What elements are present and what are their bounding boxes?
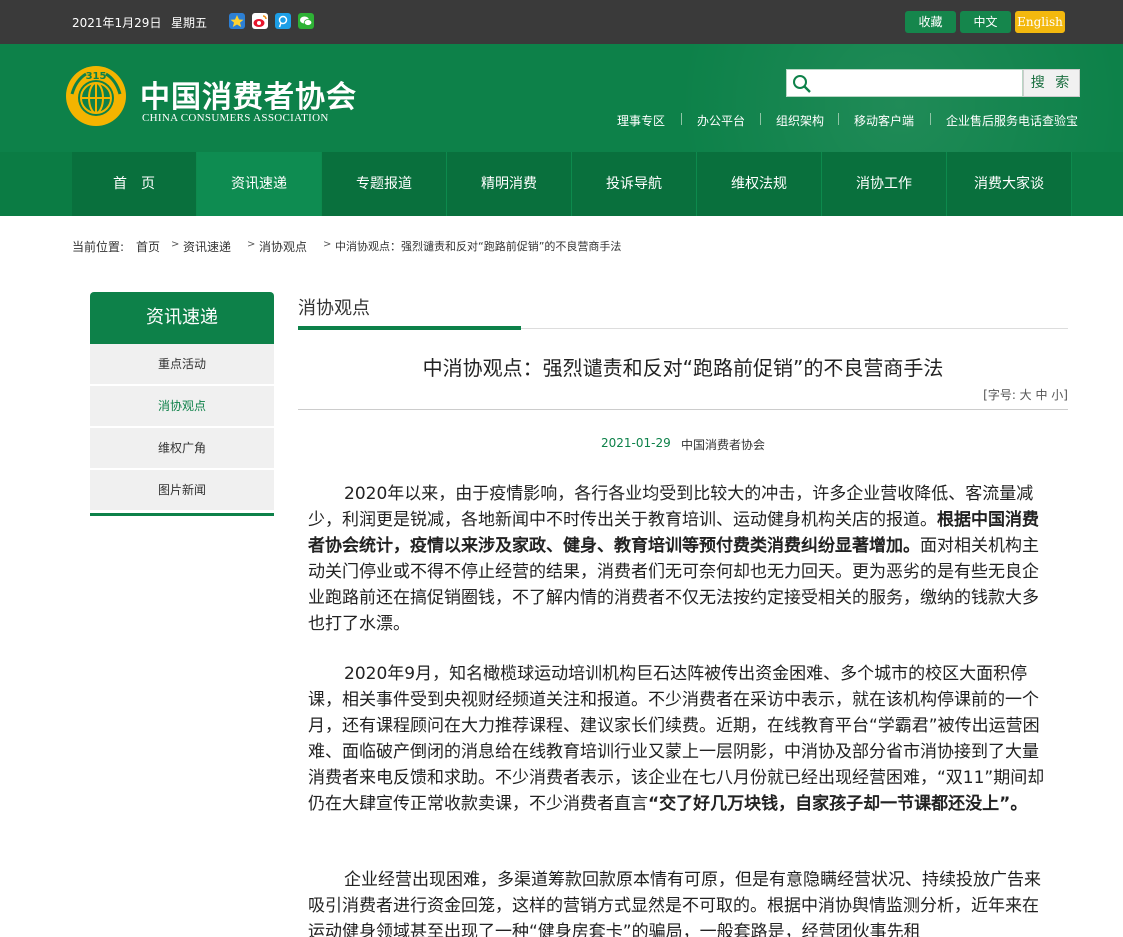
chevron-right-icon: > (247, 239, 256, 250)
site-logo-title[interactable]: 中国消费者协会 (140, 72, 357, 116)
search-icon (792, 74, 812, 98)
quick-link-mobile[interactable]: 移动客户端 (854, 112, 914, 128)
divider (298, 409, 1068, 410)
sidebar-item-rights-angle[interactable]: 维权广角 (90, 428, 274, 468)
article-paragraph: 企业经营出现困难，多渠道筹款回款原本情有可原，但是有意隐瞒经营状况、持续投放广告… (308, 867, 1053, 937)
sidebar-bottom-border (90, 513, 274, 516)
sidebar-item-photo-news[interactable]: 图片新闻 (90, 470, 274, 510)
breadcrumb-prefix: 当前位置: (72, 240, 125, 254)
chinese-button[interactable]: 中文 (960, 11, 1011, 33)
site-logo-subtitle: CHINA CONSUMERS ASSOCIATION (142, 112, 329, 124)
nav-rights-laws[interactable]: 维权法规 (697, 152, 822, 216)
chevron-right-icon: > (171, 239, 180, 250)
top-bar: 2021年1月29日 星期五 收藏 中文 English (0, 0, 1123, 44)
qzone-icon[interactable] (229, 13, 245, 29)
divider (838, 113, 839, 125)
article-title: 中消协观点：强烈谴责和反对“跑路前促销”的不良营商手法 (422, 356, 944, 380)
quick-link-hotline-check[interactable]: 企业售后服务电话查验宝 (946, 112, 1078, 128)
sidebar-item-key-events[interactable]: 重点活动 (90, 344, 274, 384)
cca-emblem-icon[interactable]: 315 (64, 64, 128, 128)
current-date: 2021年1月29日 (72, 16, 162, 30)
favorite-button[interactable]: 收藏 (905, 11, 956, 33)
quick-link-structure[interactable]: 组织架构 (776, 112, 824, 128)
paragraph-text: 2020年9月，知名橄榄球运动培训机构巨石达阵被传出资金困难、多个城市的校区大面… (308, 664, 1045, 814)
nav-consumer-talk[interactable]: 消费大家谈 (947, 152, 1072, 216)
nav-special-reports[interactable]: 专题报道 (322, 152, 447, 216)
paragraph-bold-text: “交了好几万块钱，自家孩子却一节课都还没上”。 (648, 794, 1028, 814)
search-box (786, 69, 1023, 97)
english-button[interactable]: English (1015, 11, 1065, 33)
breadcrumb-current: 中消协观点：强烈谴责和反对“跑路前促销”的不良营商手法 (335, 240, 622, 253)
font-size-switcher[interactable]: [字号: 大 中 小] (983, 386, 1068, 403)
sidebar-title: 资讯速递 (90, 292, 274, 344)
nav-smart-consumption[interactable]: 精明消费 (447, 152, 572, 216)
section-title: 消协观点 (298, 298, 370, 319)
site-header: 315 中国消费者协会 CHINA CONSUMERS ASSOCIATION … (0, 44, 1123, 152)
search-button[interactable]: 搜 索 (1023, 69, 1080, 97)
sidebar-item-viewpoints[interactable]: 消协观点 (90, 386, 274, 426)
paragraph-text: 2020年以来，由于疫情影响，各行各业均受到比较大的冲击，许多企业营收降低、客流… (308, 484, 1034, 530)
nav-association-work[interactable]: 消协工作 (822, 152, 947, 216)
tencent-weibo-icon[interactable] (275, 13, 291, 29)
search-input[interactable] (815, 73, 1015, 93)
chevron-right-icon: > (323, 239, 332, 250)
paragraph-text: 企业经营出现困难，多渠道筹款回款原本情有可原，但是有意隐瞒经营状况、持续投放广告… (308, 870, 1041, 937)
nav-news[interactable]: 资讯速递 (197, 152, 322, 216)
weibo-icon[interactable] (252, 13, 268, 29)
quick-link-office[interactable]: 办公平台 (697, 112, 745, 128)
article-date: 2021-01-29 (601, 436, 671, 450)
breadcrumb-news[interactable]: 资讯速递 (183, 238, 231, 255)
divider (930, 113, 931, 125)
svg-text:315: 315 (86, 71, 107, 82)
article-paragraph: 2020年以来，由于疫情影响，各行各业均受到比较大的冲击，许多企业营收降低、客流… (308, 481, 1053, 637)
nav-complaint-guide[interactable]: 投诉导航 (572, 152, 697, 216)
article-source: 中国消费者协会 (681, 438, 766, 452)
nav-home[interactable]: 首 页 (72, 152, 197, 216)
main-nav: 首 页 资讯速递 专题报道 精明消费 投诉导航 维权法规 消协工作 消费大家谈 (0, 152, 1123, 216)
breadcrumb-home[interactable]: 首页 (136, 238, 160, 255)
quick-link-council[interactable]: 理事专区 (617, 112, 665, 128)
article-paragraph: 2020年9月，知名橄榄球运动培训机构巨石达阵被传出资金困难、多个城市的校区大面… (308, 661, 1053, 817)
divider (760, 113, 761, 125)
divider (681, 113, 682, 125)
section-title-underline (298, 326, 521, 330)
breadcrumb-section[interactable]: 消协观点 (259, 238, 307, 255)
current-weekday: 星期五 (171, 16, 208, 30)
wechat-icon[interactable] (298, 13, 314, 29)
